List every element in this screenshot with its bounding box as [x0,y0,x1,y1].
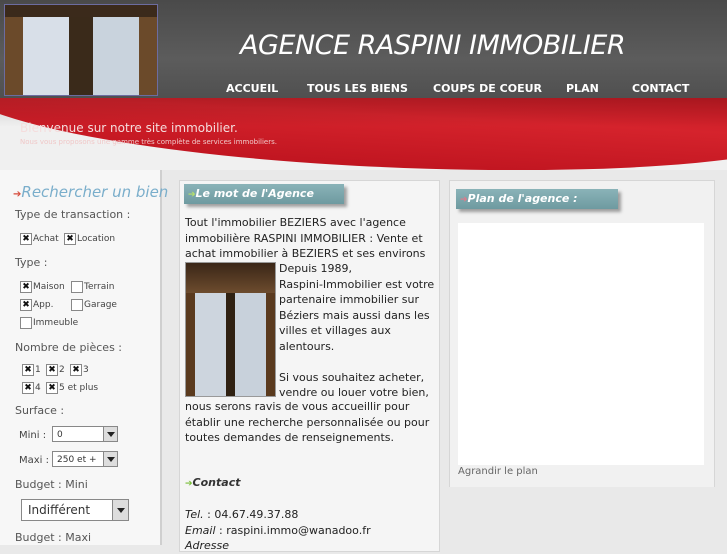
agency-map-title: Plan de l'agence : [467,192,578,205]
site-title: AGENCE RASPINI IMMOBILIER [240,30,626,61]
checkbox-achat-label: Achat [33,234,59,244]
invite-line: établir une recherche personnalisée ou p… [185,415,430,429]
phone-label: Tel. [185,508,204,521]
description-line: Si vous souhaitez acheter, [279,370,425,384]
contact-email: Email : raspini.immo@wanadoo.fr [185,523,437,539]
email-label: Email [185,523,216,537]
agency-word-tab: ➔Le mot de l'Agence [184,184,344,204]
checkbox-location-label: Location [77,234,116,244]
checkbox-garage[interactable] [71,299,83,311]
description-line: villes et villages aux [279,324,391,337]
nav-plan[interactable]: PLAN [566,82,599,95]
surface-mini-select[interactable]: 0 [52,426,118,442]
transaction-type-label: Type de transaction : [15,208,131,221]
description-line: partenaire immobilier sur [279,293,420,306]
checkbox-maison[interactable] [20,281,32,293]
checkbox-rooms-2-label: 2 [59,365,65,375]
checkbox-appartement[interactable] [20,299,32,311]
arrow-right-icon: ➔ [188,190,196,200]
chevron-down-icon [103,452,117,466]
arrow-right-icon: ➔ [460,195,468,205]
nav-accueil[interactable]: ACCUEIL [226,82,278,95]
contact-phone: Tel. : 04.67.49.37.88 [185,507,437,523]
rooms-label: Nombre de pièces : [15,341,123,354]
surface-maxi-label: Maxi : [19,455,49,466]
checkbox-rooms-4-label: 4 [35,383,41,393]
checkbox-rooms-5-plus-label: 5 et plus [59,383,99,393]
agency-word-title: Le mot de l'Agence [195,187,314,200]
agency-map-tab: ➔Plan de l'agence : [456,189,618,209]
nav-contact[interactable]: CONTACT [632,82,689,95]
checkbox-rooms-3-label: 3 [83,365,89,375]
budget-mini-value: Indifférent [28,503,91,517]
contact-details: Tel. : 04.67.49.37.88 Email : raspini.im… [185,507,437,554]
budget-mini-label: Budget : Mini [15,478,88,491]
surface-mini-value: 0 [57,430,63,440]
contact-heading-text: Contact [192,476,241,489]
nav-coups-de-coeur[interactable]: COUPS DE COEUR [433,82,542,95]
phone-value: : 04.67.49.37.88 [203,508,299,521]
checkbox-rooms-4[interactable] [22,382,34,394]
invite-line: toutes demandes de renseignements. [185,431,395,444]
intro-line: achat immobilier à BEZIERS et ses enviro… [185,247,426,260]
surface-maxi-value: 250 et + [57,455,97,465]
agency-description: Depuis 1989, Raspini-Immobilier est votr… [279,261,435,401]
enlarge-map-link[interactable]: Agrandir le plan [458,466,538,477]
checkbox-achat[interactable] [20,233,32,245]
checkbox-rooms-3[interactable] [70,364,82,376]
agency-map[interactable] [458,223,704,465]
description-line: Depuis 1989, [279,262,352,275]
chevron-down-icon [112,500,128,520]
checkbox-immeuble-label: Immeuble [33,318,79,328]
checkbox-terrain[interactable] [71,281,83,293]
budget-mini-select[interactable]: Indifférent [21,499,129,521]
checkbox-location[interactable] [64,233,76,245]
nav-tous-les-biens[interactable]: TOUS LES BIENS [307,82,408,95]
description-line: alentours. [279,339,335,353]
contact-heading: ➔Contact [185,476,240,489]
checkbox-rooms-5-plus[interactable] [46,382,58,394]
agency-invite-text: nous serons ravis de vous accueillir pou… [185,399,437,446]
welcome-text: Bienvenue sur notre site immobilier. [20,121,238,135]
search-title: ➔Rechercher un bien [13,183,168,201]
arrow-right-icon: ➔ [185,479,193,489]
property-type-label: Type : [15,256,48,269]
checkbox-rooms-1[interactable] [22,364,34,376]
chevron-down-icon [103,427,117,441]
intro-text: Tout l'immobilier BEZIERS avec l'agence … [185,215,435,262]
intro-line: immobilière RASPINI IMMOBILIER : Vente e… [185,231,423,245]
invite-line: nous serons ravis de vous accueillir pou… [185,400,410,413]
surface-mini-label: Mini : [19,430,47,441]
welcome-subtitle: Nous vous proposons une gamme très compl… [20,138,277,146]
surface-maxi-select[interactable]: 250 et + [52,451,118,467]
checkbox-rooms-2[interactable] [46,364,58,376]
address-label: Adresse [185,539,230,552]
checkbox-terrain-label: Terrain [84,282,115,292]
description-line: Béziers mais aussi dans les [279,308,430,322]
page-background [449,487,727,545]
budget-maxi-label: Budget : Maxi [15,531,92,544]
checkbox-maison-label: Maison [33,282,65,292]
agency-photo [185,262,276,397]
checkbox-garage-label: Garage [84,300,117,310]
intro-line: Tout l'immobilier BEZIERS avec l'agence [185,216,406,229]
checkbox-appartement-label: App. [33,300,54,310]
description-line: Raspini-Immobilier est votre [279,277,435,291]
surface-label: Surface : [15,404,65,417]
checkbox-immeuble[interactable] [20,317,32,329]
agency-storefront-photo [4,4,158,96]
email-value[interactable]: : raspini.immo@wanadoo.fr [216,524,371,537]
contact-address: Adresse [185,538,437,554]
search-title-text: Rechercher un bien [21,183,169,201]
checkbox-rooms-1-label: 1 [35,365,41,375]
